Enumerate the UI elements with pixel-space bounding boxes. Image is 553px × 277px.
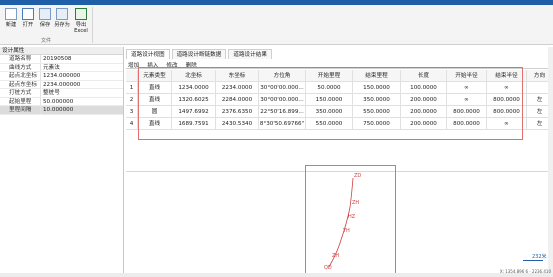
- status-coordinates: X: 1354.896 6 · 2236.410: [499, 269, 551, 274]
- scale-label: 232米: [532, 254, 547, 260]
- alignment-plot: ZD ZH HZ YH ZH QD: [324, 173, 361, 271]
- vertical-scrollbar[interactable]: [548, 47, 553, 273]
- plot-highlight-box: [305, 165, 396, 276]
- status-bar: [0, 273, 553, 277]
